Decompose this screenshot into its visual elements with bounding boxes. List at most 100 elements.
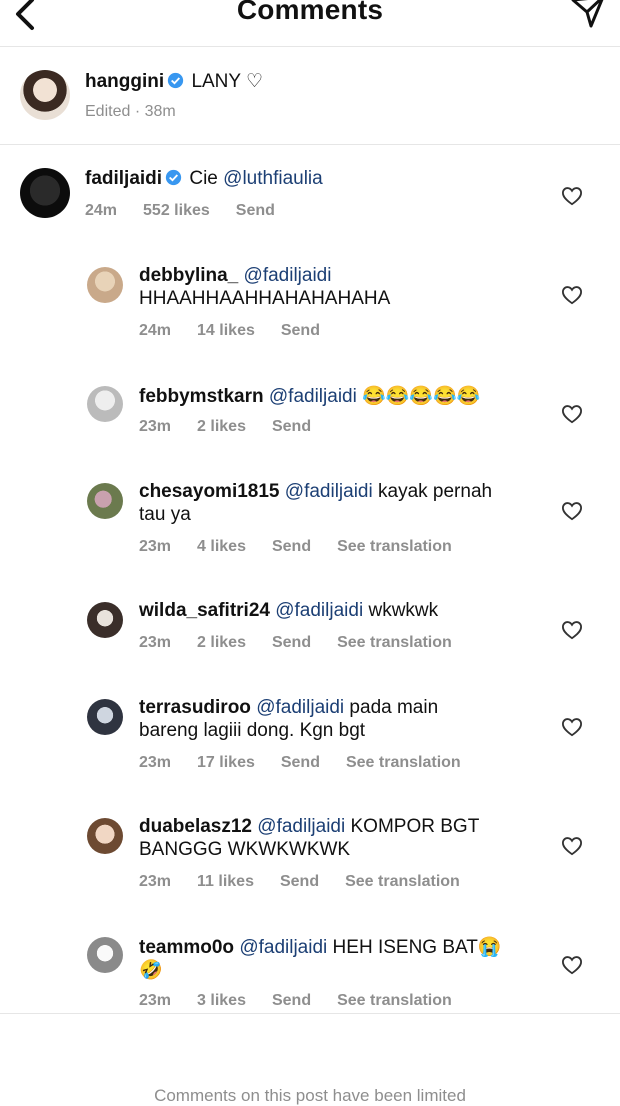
verified-badge-icon: [165, 169, 182, 186]
reply-text: kayak pernah: [372, 481, 493, 502]
reply-text-line: chesayomi1815 @fadiljaidi kayak pernah: [139, 481, 492, 503]
reply-text-line: debbylina_ @fadiljaidi: [139, 265, 331, 287]
likes-count[interactable]: 552 likes: [143, 202, 210, 219]
reply-username[interactable]: duabelasz12: [139, 816, 252, 837]
mention-link[interactable]: @fadiljaidi: [239, 937, 327, 958]
comments-limited-notice: Comments on this post have been limited: [154, 1086, 466, 1105]
reply-meta: 23m 2 likes Send: [139, 418, 337, 436]
avatar[interactable]: [87, 699, 123, 735]
send-button[interactable]: Send: [281, 754, 320, 771]
reply-time: 23m: [139, 754, 172, 771]
reply-text: wkwkwk: [363, 600, 439, 621]
reply-text-line-2: HHAAHHAAHHAHAHAHAHA: [139, 288, 391, 309]
reply-meta: 23m 11 likes Send See translation: [139, 873, 486, 891]
reply-text-line-2: BANGGG WKWKWKWK: [139, 839, 351, 860]
caption-username[interactable]: hanggini: [85, 71, 164, 92]
likes-count[interactable]: 11 likes: [197, 873, 254, 890]
see-translation-link[interactable]: See translation: [337, 538, 452, 555]
comment-username[interactable]: fadiljaidi: [85, 168, 162, 189]
post-caption: hanggini LANY ♡ Edited · 38m: [0, 46, 620, 145]
send-button[interactable]: Send: [281, 322, 320, 339]
see-translation-link[interactable]: See translation: [345, 873, 460, 890]
mention-link[interactable]: @fadiljaidi: [256, 697, 344, 718]
divider: [0, 1013, 620, 1014]
reply-time: 23m: [139, 873, 172, 890]
see-translation-link[interactable]: See translation: [337, 992, 452, 1009]
verified-badge-icon: [168, 72, 184, 89]
comment-text-line: fadiljaidi Cie @luthfiaulia: [85, 168, 323, 190]
send-button[interactable]: Send: [280, 873, 319, 890]
like-heart-icon[interactable]: [561, 186, 583, 206]
reply-time: 24m: [139, 322, 172, 339]
share-send-icon[interactable]: [570, 0, 606, 30]
send-button[interactable]: Send: [272, 418, 311, 435]
like-heart-icon[interactable]: [561, 836, 583, 856]
reply-text: 😂😂😂😂😂: [356, 386, 481, 407]
like-heart-icon[interactable]: [561, 620, 583, 640]
reply-username[interactable]: teammo0o: [139, 937, 234, 958]
avatar[interactable]: [20, 168, 70, 218]
reply-text-line-2: bareng lagiii dong. Kgn bgt: [139, 720, 366, 741]
likes-count[interactable]: 17 likes: [197, 754, 255, 771]
reply-meta: 23m 3 likes Send See translation: [139, 992, 478, 1010]
reply-time: 23m: [139, 418, 172, 435]
mention-link[interactable]: @fadiljaidi: [285, 481, 373, 502]
avatar[interactable]: [87, 267, 123, 303]
reply-meta: 23m 4 likes Send See translation: [139, 538, 478, 556]
mention-link[interactable]: @fadiljaidi: [269, 386, 357, 407]
caption-meta: Edited · 38m: [85, 103, 176, 120]
send-button[interactable]: Send: [236, 202, 275, 219]
see-translation-link[interactable]: See translation: [337, 634, 452, 651]
avatar[interactable]: [20, 70, 70, 120]
reply-meta: 24m 14 likes Send: [139, 322, 346, 340]
mention-link[interactable]: @luthfiaulia: [223, 168, 323, 189]
see-translation-link[interactable]: See translation: [346, 754, 461, 771]
avatar[interactable]: [87, 818, 123, 854]
likes-count[interactable]: 14 likes: [197, 322, 255, 339]
avatar[interactable]: [87, 602, 123, 638]
reply-username[interactable]: wilda_safitri24: [139, 600, 270, 621]
mention-link[interactable]: @fadiljaidi: [275, 600, 363, 621]
mention-link[interactable]: @fadiljaidi: [257, 816, 345, 837]
top-bar: Comments: [0, 0, 620, 47]
like-heart-icon[interactable]: [561, 404, 583, 424]
comment-time: 24m: [85, 202, 118, 219]
caption-text: LANY ♡: [191, 71, 264, 92]
avatar[interactable]: [87, 386, 123, 422]
reply-text-line: teammo0o @fadiljaidi HEH ISENG BAT😭: [139, 935, 502, 959]
likes-count[interactable]: 3 likes: [197, 992, 246, 1009]
send-button[interactable]: Send: [272, 634, 311, 651]
caption-text-line: hanggini LANY ♡: [85, 70, 263, 93]
comment-text: Cie: [189, 168, 224, 189]
avatar[interactable]: [87, 483, 123, 519]
reply-time: 23m: [139, 992, 172, 1009]
like-heart-icon[interactable]: [561, 285, 583, 305]
avatar[interactable]: [87, 937, 123, 973]
likes-count[interactable]: 2 likes: [197, 418, 246, 435]
page-title: Comments: [236, 0, 384, 25]
reply-time: 23m: [139, 538, 172, 555]
send-button[interactable]: Send: [272, 538, 311, 555]
reply-time: 23m: [139, 634, 172, 651]
reply-username[interactable]: chesayomi1815: [139, 481, 280, 502]
likes-count[interactable]: 2 likes: [197, 634, 246, 651]
like-heart-icon[interactable]: [561, 501, 583, 521]
mention-link[interactable]: @fadiljaidi: [244, 265, 332, 286]
reply-username[interactable]: debbylina_: [139, 265, 238, 286]
reply-text: KOMPOR BGT: [345, 816, 480, 837]
reply-text: HEH ISENG BAT😭: [327, 937, 502, 958]
reply-text-line: wilda_safitri24 @fadiljaidi wkwkwk: [139, 600, 438, 622]
reply-text-line: febbymstkarn @fadiljaidi 😂😂😂😂😂: [139, 384, 480, 408]
reply-text-line-2: 🤣: [139, 960, 163, 981]
like-heart-icon[interactable]: [561, 955, 583, 975]
reply-text: pada main: [344, 697, 439, 718]
comment-meta: 24m 552 likes Send: [85, 202, 301, 220]
like-heart-icon[interactable]: [561, 717, 583, 737]
reply-username[interactable]: febbymstkarn: [139, 386, 264, 407]
reply-meta: 23m 2 likes Send See translation: [139, 634, 478, 652]
send-button[interactable]: Send: [272, 992, 311, 1009]
likes-count[interactable]: 4 likes: [197, 538, 246, 555]
reply-username[interactable]: terrasudiroo: [139, 697, 251, 718]
reply-meta: 23m 17 likes Send See translation: [139, 754, 487, 772]
reply-text-line: duabelasz12 @fadiljaidi KOMPOR BGT: [139, 816, 479, 838]
